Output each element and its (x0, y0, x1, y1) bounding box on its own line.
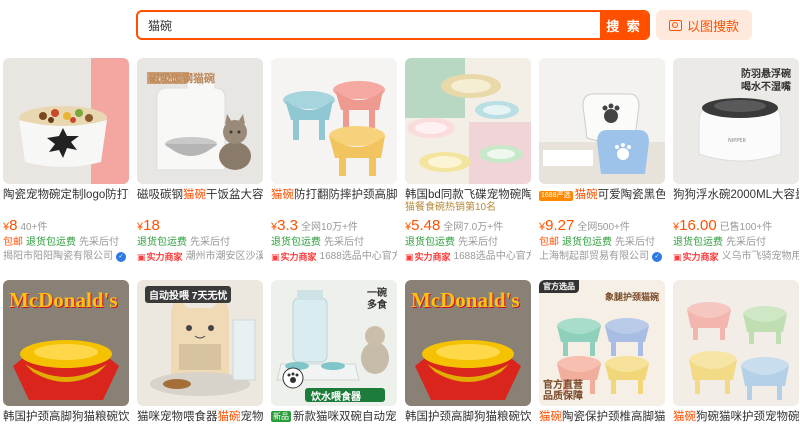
product-card[interactable]: NIPPER 防羽悬浮碗 喝水不湿嘴 狗狗浮水碗2000ML大容量 ¥16.00 已… (673, 58, 799, 264)
search-button[interactable]: 搜 索 (600, 12, 648, 38)
shop-name[interactable]: 上海制起部贸易有限公司 ✓ (539, 250, 665, 264)
service-tags: 退货包运费 先采后付 (271, 237, 364, 248)
strength-merchant-badge: ▣ 实力商家 (137, 252, 183, 262)
image-caption: 自动投喂 7天无忧 (145, 286, 232, 303)
brand-logo: McDonald's (411, 288, 520, 312)
product-image[interactable] (271, 58, 397, 184)
price-line: ¥3.3 全网10万+件 (271, 217, 358, 234)
search-input[interactable] (148, 12, 598, 38)
product-title[interactable]: 狗狗浮水碗2000ML大容量 (673, 188, 799, 202)
product-price: 16.00 (679, 217, 717, 234)
product-image[interactable]: 一碗 多食 饮水喂食器 (271, 280, 397, 406)
brand-logo: McDonald's (9, 288, 118, 312)
shop-name[interactable]: ▣实力商家1688选品中心官方✓ (405, 250, 531, 264)
product-title[interactable]: 猫咪宠物喂食器猫碗宠物食 (137, 410, 263, 424)
product-card[interactable]: 猫碗防打翻防摔护颈高脚斜 ¥3.3全网10万+件 退货包运费先采后付 ▣实力商家… (271, 58, 397, 264)
product-image[interactable] (673, 280, 799, 406)
service-tags: 包邮 退货包运费 先采后付 (3, 237, 119, 248)
source-badge: 1688严选 (539, 191, 573, 201)
price-line: ¥5.48 全网7.0万+件 (405, 217, 504, 234)
sold-count: 40+件 (20, 222, 48, 233)
image-caption: 一碗 多食 (367, 288, 387, 311)
shop-name[interactable]: ▣实力商家义乌市飞骑宠物用✓ (673, 250, 799, 264)
product-title[interactable]: 猫碗陶瓷保护颈椎高脚猫盆 (539, 410, 665, 424)
service-tags: 退货包运费 先采后付 (673, 237, 766, 248)
product-title[interactable]: 韩国bd同款飞碟宠物碗陶瓷 (405, 188, 531, 202)
product-card[interactable]: McDonald's 韩国护颈高脚狗猫粮碗饮水 (3, 280, 129, 424)
image-caption: 防羽悬浮碗 喝水不湿嘴 (741, 69, 791, 93)
product-card[interactable]: Pet Bowl 磁吸碳钢猫碗 磁吸碳钢猫碗干饭盆大容量 ¥18 退货包运费先采… (137, 58, 263, 264)
price-line: ¥9.27 全网500+件 (539, 217, 630, 234)
product-title[interactable]: 猫碗狗碗猫咪护颈宠物碗 (673, 410, 799, 424)
image-caption: 象腿护颈猫碗 (604, 292, 659, 302)
product-image[interactable]: McDonald's (405, 280, 531, 406)
product-title[interactable]: 新品 新款猫咪双碗自动宠物 (271, 410, 397, 424)
product-title[interactable]: 猫碗防打翻防摔护颈高脚斜 (271, 188, 397, 202)
product-title[interactable]: 1688严选猫碗可爱陶瓷黑色喝 (539, 188, 665, 202)
camera-icon (668, 19, 682, 31)
rank-tag[interactable]: 猫餐食碗热销第10名 (405, 202, 531, 214)
price-line: ¥8 40+件 (3, 217, 48, 234)
service-tags: 退货包运费 先采后付 (405, 237, 498, 248)
product-price: 9.27 (545, 217, 575, 234)
product-card[interactable]: 一碗 多食 饮水喂食器 新品 新款猫咪双碗自动宠物 (271, 280, 397, 424)
image-caption: 饮水喂食器 (311, 392, 361, 403)
product-card[interactable]: 韩国bd同款飞碟宠物碗陶瓷 猫餐食碗热销第10名 ¥5.48 全网7.0万+件 退… (405, 58, 531, 264)
image-search-button[interactable]: 以图搜款 (656, 10, 752, 40)
product-image[interactable]: NIPPER 防羽悬浮碗 喝水不湿嘴 (673, 58, 799, 184)
service-tags: 包邮 退货包运费 先采后付 (539, 237, 655, 248)
product-card[interactable]: 官方选品 象腿护颈猫碗 官方直营品质保障 猫碗陶瓷保护颈椎高脚猫盆 (539, 280, 665, 424)
product-price: 8 (9, 217, 18, 234)
strength-merchant-badge: ▣ 实力商家 (271, 252, 317, 262)
top-bar: 搜 索 以图搜款 (0, 0, 800, 50)
product-card[interactable]: 猫碗狗碗猫咪护颈宠物碗 (673, 280, 799, 424)
product-image[interactable] (539, 58, 665, 184)
image-caption: 磁吸碳钢猫碗 (149, 73, 215, 85)
product-image[interactable] (405, 58, 531, 184)
product-title[interactable]: 陶瓷宠物碗定制logo防打翻 (3, 188, 129, 202)
strength-merchant-badge: ▣ 实力商家 (405, 252, 451, 262)
strength-merchant-badge: ▣ 实力商家 (673, 252, 719, 262)
product-card[interactable]: 1688严选猫碗可爱陶瓷黑色喝 ¥9.27全网500+件 包邮退货包运费先采后付… (539, 58, 665, 264)
price-line: ¥18 (137, 217, 160, 234)
product-image[interactable]: Pet Bowl 磁吸碳钢猫碗 (137, 58, 263, 184)
shop-name[interactable]: ▣实力商家1688选品中心官方✓ (271, 250, 397, 264)
service-tags: 退货包运费 先采后付 (137, 237, 230, 248)
product-price: 18 (143, 217, 160, 234)
search-box[interactable]: 搜 索 (136, 10, 650, 40)
product-card[interactable]: McDonald's 韩国护颈高脚狗猫粮碗饮水 (405, 280, 531, 424)
svg-text:NIPPER: NIPPER (728, 138, 746, 144)
product-title[interactable]: 韩国护颈高脚狗猫粮碗饮水 (405, 410, 531, 424)
image-caption: 官方直营 品质保障 (543, 380, 583, 402)
image-search-label: 以图搜款 (686, 18, 739, 34)
product-image[interactable] (3, 58, 129, 184)
product-card[interactable]: 陶瓷宠物碗定制logo防打翻 ¥8 40+件 包邮 退货包运费 先采后付 揭阳市阳阳陶… (3, 58, 129, 264)
product-card[interactable]: 自动投喂 7天无忧 猫咪宠物喂食器猫碗宠物食 (137, 280, 263, 424)
shop-name[interactable]: ▣实力商家潮州市潮安区沙溪✓ (137, 250, 263, 264)
product-price: 5.48 (411, 217, 441, 234)
product-title[interactable]: 磁吸碳钢猫碗干饭盆大容量 (137, 188, 263, 202)
official-badge: 官方选品 (539, 280, 579, 293)
product-price: 3.3 (277, 217, 298, 234)
product-image[interactable]: 官方选品 象腿护颈猫碗 官方直营 品质保障 (539, 280, 665, 406)
product-image[interactable]: 自动投喂 7天无忧 (137, 280, 263, 406)
new-badge: 新品 (271, 411, 291, 422)
verified-icon: ✓ (116, 252, 126, 262)
shop-name[interactable]: 揭阳市阳阳陶瓷有限公司 ✓ (3, 250, 129, 264)
product-title[interactable]: 韩国护颈高脚狗猫粮碗饮水 (3, 410, 129, 424)
verified-icon: ✓ (652, 252, 662, 262)
price-line: ¥16.00 已售100+件 (673, 217, 773, 234)
product-image[interactable]: McDonald's (3, 280, 129, 406)
